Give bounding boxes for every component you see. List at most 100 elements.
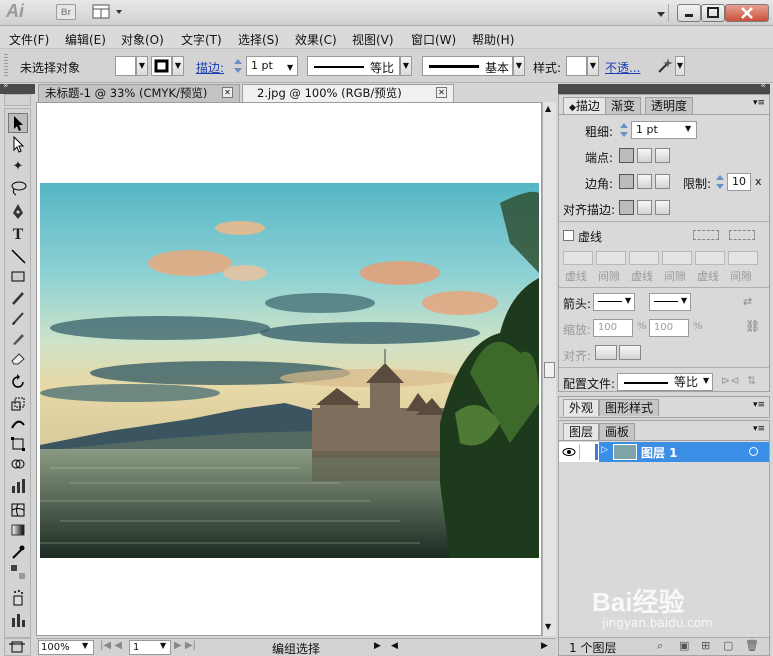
gap-2-input[interactable] bbox=[662, 251, 692, 265]
weight-stepper[interactable] bbox=[619, 121, 629, 142]
miter-join-icon[interactable] bbox=[619, 174, 634, 189]
tab-gradient[interactable]: 渐变 bbox=[605, 97, 642, 114]
bridge-button[interactable]: Br bbox=[56, 4, 76, 20]
close-button[interactable] bbox=[725, 4, 769, 22]
arrow-place-icon[interactable] bbox=[619, 345, 641, 360]
vertical-scrollbar[interactable]: ▲ ▼ bbox=[542, 102, 556, 636]
scale-tool-icon[interactable] bbox=[8, 395, 28, 415]
lock-toggle[interactable] bbox=[579, 444, 593, 460]
close-tab-icon[interactable]: ✕ bbox=[436, 87, 447, 98]
new-layer-icon[interactable]: ▢ bbox=[723, 639, 733, 652]
next-artboard-icon[interactable]: ▶ ▶| bbox=[174, 640, 196, 651]
line-tool-icon[interactable] bbox=[8, 247, 28, 267]
fill-dropdown[interactable]: ▼ bbox=[136, 56, 148, 76]
panel-menu-icon[interactable]: ▾≡ bbox=[753, 424, 765, 434]
lasso-tool-icon[interactable] bbox=[8, 179, 28, 199]
column-graph-tool-icon[interactable] bbox=[8, 611, 28, 631]
profile-dropdown[interactable]: ▼ bbox=[400, 56, 412, 76]
dash-1-input[interactable] bbox=[563, 251, 593, 265]
panel-menu-icon[interactable]: ▾≡ bbox=[753, 98, 765, 108]
scroll-up-icon[interactable]: ▲ bbox=[545, 104, 551, 113]
pen-tool-icon[interactable] bbox=[8, 203, 28, 223]
layer-row[interactable]: ▷ 图层 1 bbox=[559, 442, 769, 462]
magic-wand-tool-icon[interactable]: ✦ bbox=[8, 157, 28, 177]
new-sublayer-icon[interactable]: ⊞ bbox=[701, 639, 710, 652]
scroll-down-icon[interactable]: ▼ bbox=[545, 622, 551, 631]
menu-select[interactable]: 选择(S) bbox=[238, 31, 279, 48]
mesh-tool-icon[interactable] bbox=[8, 501, 28, 521]
opacity-link[interactable]: 不透... bbox=[605, 59, 640, 76]
menu-file[interactable]: 文件(F) bbox=[9, 31, 49, 48]
align-outside-icon[interactable] bbox=[655, 200, 670, 215]
document-canvas[interactable] bbox=[36, 102, 542, 636]
variable-width-profile[interactable]: 等比 bbox=[307, 56, 400, 76]
panel-dock-header[interactable]: « bbox=[558, 81, 770, 94]
fill-swatch[interactable] bbox=[115, 56, 136, 76]
landscape-photo[interactable] bbox=[40, 183, 539, 558]
brush-dropdown[interactable]: ▼ bbox=[513, 56, 525, 76]
align-inside-icon[interactable] bbox=[637, 200, 652, 215]
swap-arrowheads-icon[interactable]: ⇄ bbox=[743, 295, 752, 308]
arrow-extend-icon[interactable] bbox=[595, 345, 617, 360]
close-tab-icon[interactable]: ✕ bbox=[222, 87, 233, 98]
menu-type[interactable]: 文字(T) bbox=[181, 31, 222, 48]
arrange-documents-button[interactable] bbox=[92, 4, 126, 20]
workspace-dropdown-icon[interactable] bbox=[657, 8, 667, 22]
paintbrush-tool-icon[interactable] bbox=[8, 289, 28, 309]
first-artboard-icon[interactable]: |◀ ◀ bbox=[100, 640, 122, 651]
graphic-style-swatch[interactable] bbox=[566, 56, 587, 76]
delete-layer-icon[interactable]: 🗑 bbox=[745, 639, 759, 652]
status-menu-arrow-icon[interactable]: ▶ bbox=[374, 641, 381, 651]
limit-input[interactable]: 10 bbox=[727, 173, 751, 191]
toolbox-header[interactable]: » bbox=[0, 81, 35, 94]
status-mode[interactable]: 编组选择 bbox=[272, 640, 320, 656]
menu-edit[interactable]: 编辑(E) bbox=[65, 31, 106, 48]
type-tool-icon[interactable]: T bbox=[8, 225, 28, 245]
warp-tool-icon[interactable] bbox=[8, 415, 28, 435]
tab-graphic-styles[interactable]: 图形样式 bbox=[599, 399, 660, 416]
projecting-cap-icon[interactable] bbox=[655, 148, 670, 163]
graph-tool-icon[interactable] bbox=[8, 477, 28, 497]
menu-window[interactable]: 窗口(W) bbox=[411, 31, 456, 48]
gap-3-input[interactable] bbox=[728, 251, 758, 265]
layer-name[interactable]: 图层 1 bbox=[641, 444, 678, 461]
eraser-tool-icon[interactable] bbox=[8, 349, 28, 369]
target-circle-icon[interactable] bbox=[749, 447, 758, 456]
gradient-tool-icon[interactable] bbox=[8, 521, 28, 541]
preserve-dash-icon[interactable] bbox=[693, 230, 719, 240]
rotate-tool-icon[interactable] bbox=[8, 373, 28, 393]
blend-tool-icon[interactable] bbox=[8, 563, 28, 583]
brush-definition[interactable]: 基本 bbox=[422, 56, 513, 76]
stroke-swatch[interactable] bbox=[151, 56, 172, 76]
shape-builder-tool-icon[interactable] bbox=[8, 455, 28, 475]
eyedropper-tool-icon[interactable] bbox=[8, 543, 28, 563]
bevel-join-icon[interactable] bbox=[655, 174, 670, 189]
artboard-tool-icon[interactable] bbox=[4, 638, 31, 656]
symbol-sprayer-tool-icon[interactable] bbox=[8, 589, 28, 609]
clipping-mask-icon[interactable]: ▣ bbox=[679, 639, 689, 652]
visibility-eye-icon[interactable] bbox=[561, 444, 577, 460]
menu-help[interactable]: 帮助(H) bbox=[472, 31, 514, 48]
dash-2-input[interactable] bbox=[629, 251, 659, 265]
stroke-link[interactable]: 描边: bbox=[196, 59, 224, 76]
expand-triangle-icon[interactable]: ▷ bbox=[601, 445, 608, 455]
tab-stroke[interactable]: ◆描边 bbox=[563, 97, 606, 114]
dashed-line-checkbox[interactable] bbox=[563, 230, 574, 241]
end-scale-input[interactable]: 100 bbox=[649, 319, 689, 337]
locate-object-icon[interactable]: ⌕ bbox=[657, 639, 663, 653]
stroke-dropdown[interactable]: ▼ bbox=[172, 56, 184, 76]
butt-cap-icon[interactable] bbox=[619, 148, 634, 163]
start-scale-input[interactable]: 100 bbox=[593, 319, 633, 337]
tab-layers[interactable]: 图层 bbox=[563, 423, 600, 440]
flip-along-icon[interactable]: ⊳⊲ bbox=[721, 374, 739, 387]
stroke-weight-stepper[interactable] bbox=[233, 57, 243, 75]
scroll-thumb[interactable] bbox=[544, 362, 555, 378]
free-transform-tool-icon[interactable] bbox=[8, 435, 28, 455]
profile-select[interactable]: 等比 bbox=[617, 373, 713, 391]
scroll-right-icon[interactable]: ▶ bbox=[541, 641, 548, 651]
gap-1-input[interactable] bbox=[596, 251, 626, 265]
direct-selection-tool-icon[interactable] bbox=[8, 135, 28, 155]
tab-2jpg[interactable]: 2.jpg @ 100% (RGB/预览) bbox=[242, 84, 454, 102]
panel-menu-icon[interactable]: ▾≡ bbox=[753, 400, 765, 410]
restore-button[interactable] bbox=[701, 4, 725, 22]
